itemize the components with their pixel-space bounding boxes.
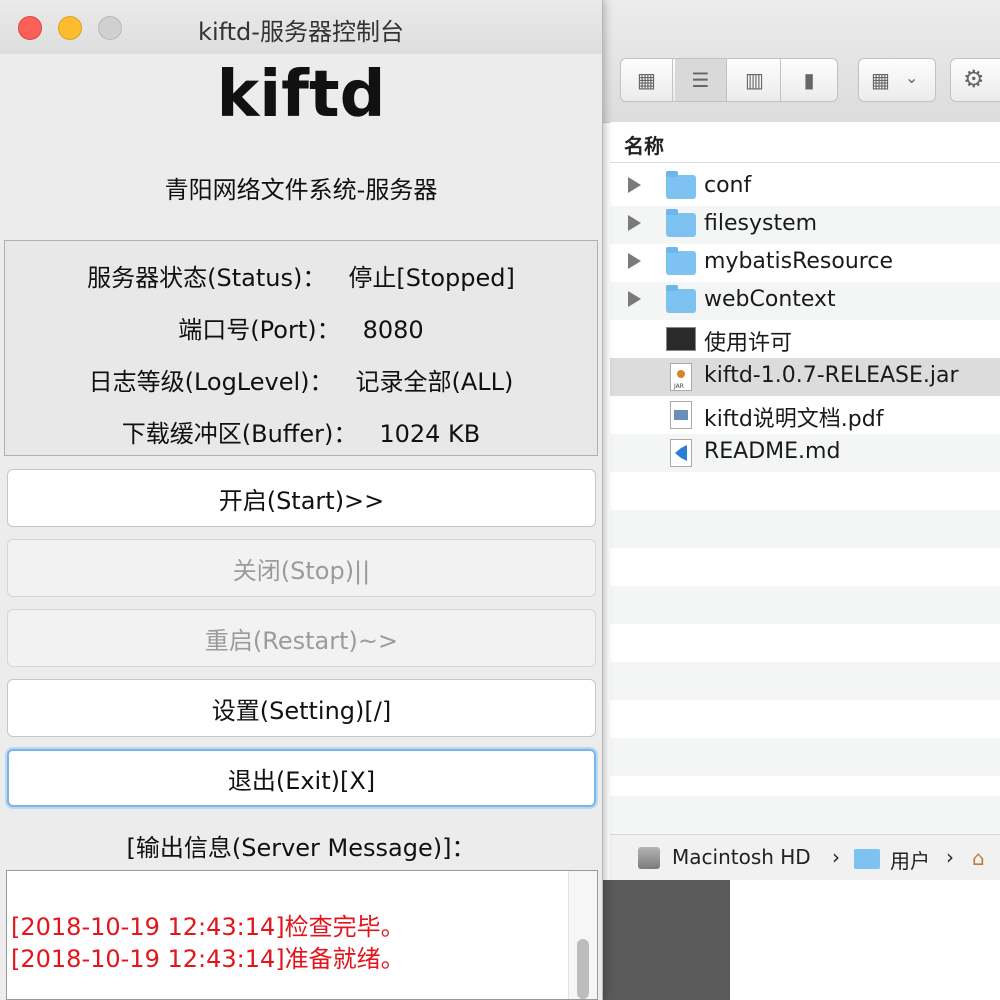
scrollbar-thumb[interactable] <box>577 939 589 999</box>
view-mode-segmented-control: ▦ ☰ ▥ ▮ <box>620 58 838 102</box>
restart-button[interactable]: 重启(Restart)~> <box>7 609 596 667</box>
columns-icon: ▥ <box>745 68 764 92</box>
file-name: webContext <box>704 287 836 312</box>
chevron-down-icon: ⌄ <box>905 68 919 87</box>
vscode-doc-icon <box>670 439 692 467</box>
log-level-value: 记录全部(ALL) <box>355 368 514 396</box>
list-icon: ☰ <box>691 68 710 92</box>
list-view-button[interactable]: ☰ <box>675 59 727 101</box>
path-bar: Macintosh HD › 用户 › ⌂ <box>610 834 1000 881</box>
setting-button[interactable]: 设置(Setting)[/] <box>7 679 596 737</box>
column-view-button[interactable]: ▥ <box>729 59 781 101</box>
file-name: README.md <box>704 439 841 464</box>
message-line: [2018-10-19 12:43:14]准备就绪。 <box>11 945 405 973</box>
action-button[interactable]: ⚙ <box>950 58 1000 102</box>
file-name: kiftd说明文档.pdf <box>704 407 884 432</box>
empty-row <box>610 586 1000 624</box>
home-icon[interactable]: ⌂ <box>972 847 994 869</box>
chevron-right-icon: › <box>832 845 840 869</box>
log-level-row: 日志等级(LogLevel)： 记录全部(ALL) <box>5 362 597 397</box>
group-grid-icon: ▦ <box>871 68 890 92</box>
port-value: 8080 <box>362 316 424 344</box>
chevron-right-icon: › <box>946 845 954 869</box>
folder-icon <box>666 285 696 313</box>
file-row-jar[interactable]: JAR kiftd-1.0.7-RELEASE.jar <box>610 358 1000 396</box>
folder-icon <box>666 247 696 275</box>
start-button[interactable]: 开启(Start)>> <box>7 469 596 527</box>
empty-row <box>610 662 1000 700</box>
app-title: kiftd <box>216 58 386 132</box>
svg-text:JAR: JAR <box>673 383 684 390</box>
file-row-pdf[interactable]: kiftd说明文档.pdf <box>610 396 1000 434</box>
file-row-webcontext[interactable]: webContext <box>610 282 1000 320</box>
path-item-macintosh-hd[interactable]: Macintosh HD <box>672 845 811 869</box>
window-title: kiftd-服务器控制台 <box>198 18 404 46</box>
status-panel: 服务器状态(Status)： 停止[Stopped] 端口号(Port)： 8080… <box>4 240 598 456</box>
server-status-label: 服务器状态(Status)： <box>87 264 327 292</box>
finder-toolbar: ▦ ☰ ▥ ▮ ▦ ⌄ ⚙ <box>600 0 1000 123</box>
message-scrollbar[interactable] <box>568 871 597 999</box>
server-message-output[interactable]: [2018-10-19 12:43:14]检查完毕。 [2018-10-19 1… <box>6 870 598 1000</box>
disclosure-triangle-icon[interactable] <box>628 291 641 307</box>
port-label: 端口号(Port)： <box>178 316 341 344</box>
file-name: conf <box>704 173 752 198</box>
kiftd-console-window: kiftd-服务器控制台 kiftd 青阳网络文件系统-服务器 服务器状态(St… <box>0 0 603 1000</box>
path-item-users[interactable]: 用户 <box>890 845 930 874</box>
message-line: [2018-10-19 12:43:14]检查完毕。 <box>11 913 405 941</box>
pdf-icon <box>670 401 692 429</box>
file-name: kiftd-1.0.7-RELEASE.jar <box>704 363 959 388</box>
empty-row <box>610 700 1000 738</box>
gear-icon: ⚙ <box>963 65 985 93</box>
port-row: 端口号(Port)： 8080 <box>5 310 597 345</box>
empty-row <box>610 796 1000 834</box>
desktop-background <box>730 880 1000 1000</box>
group-by-button[interactable]: ▦ ⌄ <box>858 58 936 102</box>
gallery-view-button[interactable]: ▮ <box>783 59 835 101</box>
app-subtitle: 青阳网络文件系统-服务器 <box>164 176 438 204</box>
file-row-license[interactable]: 使用许可 <box>610 320 1000 358</box>
column-header-label: 名称 <box>624 134 664 158</box>
folder-icon <box>666 209 696 237</box>
buffer-label: 下载缓冲区(Buffer)： <box>121 420 358 448</box>
server-status-row: 服务器状态(Status)： 停止[Stopped] <box>5 258 597 293</box>
icon-view-button[interactable]: ▦ <box>621 59 673 101</box>
file-row-filesystem[interactable]: filesystem <box>610 206 1000 244</box>
disclosure-triangle-icon[interactable] <box>628 215 641 231</box>
disclosure-triangle-icon[interactable] <box>628 177 641 193</box>
empty-row <box>610 624 1000 662</box>
finder-window: ▦ ☰ ▥ ▮ ▦ ⌄ ⚙ 名称 conf filesystem mybatis… <box>600 0 1000 881</box>
disclosure-triangle-icon[interactable] <box>628 253 641 269</box>
file-row-readme[interactable]: README.md <box>610 434 1000 472</box>
gallery-icon: ▮ <box>803 68 815 92</box>
file-row-mybatisresource[interactable]: mybatisResource <box>610 244 1000 282</box>
empty-row <box>610 510 1000 548</box>
empty-row <box>610 472 1000 510</box>
jar-icon: JAR <box>670 363 692 391</box>
buffer-value: 1024 KB <box>379 420 481 448</box>
file-name: 使用许可 <box>704 331 793 356</box>
stop-button[interactable]: 关闭(Stop)|| <box>7 539 596 597</box>
users-folder-icon <box>854 849 880 869</box>
empty-row <box>610 738 1000 776</box>
desktop-background <box>600 880 730 1000</box>
log-level-label: 日志等级(LogLevel)： <box>88 368 334 396</box>
terminal-icon <box>666 327 696 351</box>
file-name: filesystem <box>704 211 818 236</box>
name-column-header[interactable]: 名称 <box>610 122 1000 163</box>
server-message-label: [输出信息(Server Message)]： <box>126 834 476 862</box>
folder-icon <box>666 171 696 199</box>
hard-drive-icon <box>638 847 660 869</box>
grid-icon: ▦ <box>637 68 656 92</box>
empty-row <box>610 548 1000 586</box>
server-status-value: 停止[Stopped] <box>348 264 515 292</box>
buffer-row: 下载缓冲区(Buffer)： 1024 KB <box>5 414 597 449</box>
title-bar[interactable]: kiftd-服务器控制台 <box>0 0 602 54</box>
exit-button[interactable]: 退出(Exit)[X] <box>7 749 596 807</box>
file-name: mybatisResource <box>704 249 893 274</box>
file-row-conf[interactable]: conf <box>610 168 1000 206</box>
